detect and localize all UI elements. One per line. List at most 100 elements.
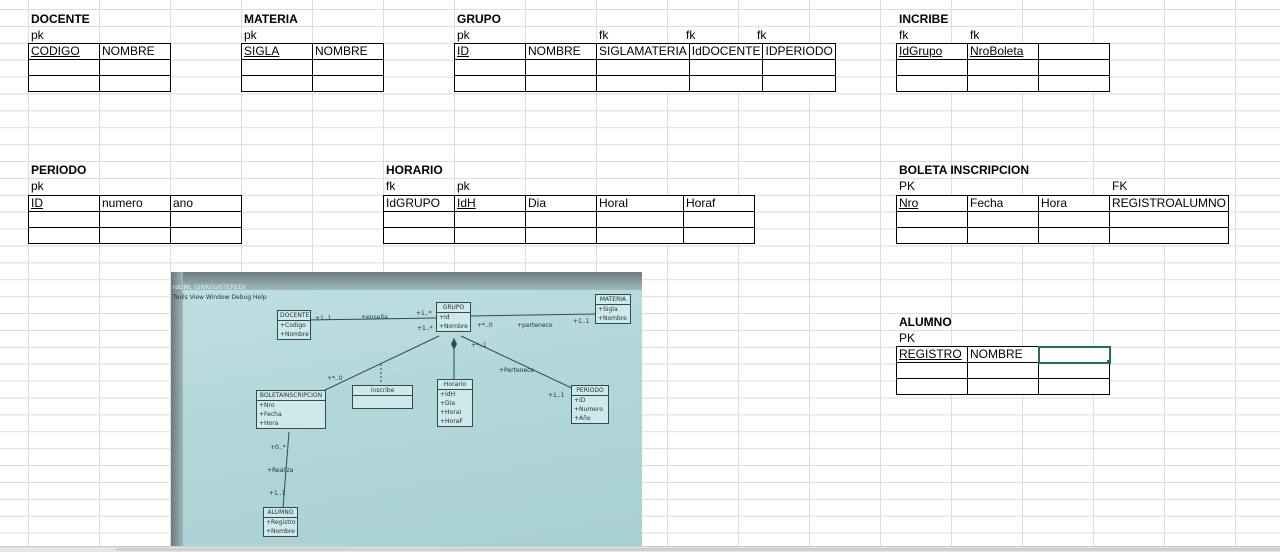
- cell-empty[interactable]: [1038, 227, 1110, 244]
- cell-empty[interactable]: [1038, 43, 1110, 60]
- cell-grupo-iddocente[interactable]: IdDOCENTE: [688, 43, 764, 60]
- assoc-label-pertenece2: +Pertenece: [499, 367, 535, 374]
- cell-empty[interactable]: [762, 75, 836, 92]
- mult-label: +1..1: [269, 490, 286, 497]
- table-title-materia: MATERIA: [244, 12, 298, 26]
- cell-incribe-idgrupo[interactable]: IdGrupo: [896, 43, 968, 60]
- alumno-table: REGISTRO NOMBRE: [896, 345, 1111, 395]
- cell-empty[interactable]: [967, 211, 1039, 228]
- cell-empty[interactable]: [383, 211, 455, 228]
- cell-empty[interactable]: [1038, 211, 1110, 228]
- cell-alumno-nombre[interactable]: NOMBRE: [967, 346, 1039, 363]
- cell-empty[interactable]: [99, 211, 171, 228]
- cell-periodo-ano[interactable]: ano: [170, 195, 242, 212]
- uml-class-periodo: PERIODO +ID +Numero +Año: [571, 385, 609, 424]
- cell-empty[interactable]: [312, 59, 384, 76]
- cell-empty[interactable]: [1108, 227, 1230, 244]
- cell-empty[interactable]: [1108, 211, 1230, 228]
- cell-empty[interactable]: [896, 59, 968, 76]
- cell-empty[interactable]: [596, 211, 684, 228]
- mult-label: +1..1: [315, 315, 332, 322]
- cell-empty[interactable]: [170, 227, 242, 244]
- cell-empty[interactable]: [525, 75, 597, 92]
- cell-empty[interactable]: [28, 75, 100, 92]
- cell-empty[interactable]: [1038, 362, 1110, 379]
- key-label-alumno-1: PK: [899, 331, 916, 345]
- cell-grupo-siglamateria[interactable]: SIGLAMATERIA: [596, 43, 690, 60]
- docente-table: CODIGO NOMBRE: [28, 43, 171, 92]
- cell-empty[interactable]: [596, 227, 684, 244]
- cell-empty[interactable]: [28, 211, 100, 228]
- cell-empty[interactable]: [1038, 378, 1110, 395]
- cell-empty[interactable]: [99, 75, 171, 92]
- cell-empty[interactable]: [99, 227, 171, 244]
- grupo-table: ID NOMBRE SIGLAMATERIA IdDOCENTE IDPERIO…: [454, 43, 836, 92]
- key-label-grupo-1: pk: [457, 28, 470, 42]
- cell-empty[interactable]: [762, 59, 836, 76]
- cell-empty[interactable]: [688, 59, 764, 76]
- cell-empty[interactable]: [454, 227, 526, 244]
- uml-diagram-photo[interactable]: roUML (UNREGISTERED) Tools View Window D…: [171, 272, 642, 551]
- cell-empty[interactable]: [454, 75, 526, 92]
- cell-empty[interactable]: [99, 59, 171, 76]
- cell-empty[interactable]: [683, 211, 755, 228]
- cell-empty[interactable]: [967, 378, 1039, 395]
- cell-grupo-idperiodo[interactable]: IDPERIODO: [762, 43, 836, 60]
- cell-horario-horai[interactable]: HoraI: [596, 195, 684, 212]
- uml-class-boleta: BOLETAINSCRIPCION +Nro +Fecha +Hora: [256, 390, 326, 429]
- cell-materia-nombre[interactable]: NOMBRE: [312, 43, 384, 60]
- uml-class-alumno: ALUMNO +Registro +Nombre: [263, 507, 298, 537]
- cell-empty[interactable]: [896, 378, 968, 395]
- cell-empty[interactable]: [896, 227, 968, 244]
- cell-empty[interactable]: [170, 211, 242, 228]
- cell-empty[interactable]: [525, 59, 597, 76]
- cell-boleta-registroalumno[interactable]: REGISTROALUMNO: [1108, 195, 1230, 212]
- cell-empty[interactable]: [525, 211, 597, 228]
- cell-empty[interactable]: [967, 227, 1039, 244]
- cell-empty[interactable]: [383, 227, 455, 244]
- cell-materia-sigla[interactable]: SIGLA: [241, 43, 313, 60]
- cell-grupo-nombre[interactable]: NOMBRE: [525, 43, 597, 60]
- cell-empty[interactable]: [454, 211, 526, 228]
- cell-empty[interactable]: [688, 75, 764, 92]
- cell-empty[interactable]: [525, 227, 597, 244]
- uml-class-grupo: GRUPO +Id +Nombre: [436, 302, 471, 332]
- cell-alumno-registro[interactable]: REGISTRO: [896, 346, 968, 363]
- cell-empty[interactable]: [1038, 59, 1110, 76]
- cell-docente-codigo[interactable]: CODIGO: [28, 43, 100, 60]
- cell-empty[interactable]: [683, 227, 755, 244]
- cell-empty[interactable]: [896, 75, 968, 92]
- cell-boleta-hora[interactable]: Hora: [1038, 195, 1110, 212]
- key-label-grupo-3: fk: [599, 28, 609, 42]
- cell-empty[interactable]: [241, 75, 313, 92]
- cell-empty[interactable]: [896, 362, 968, 379]
- cell-docente-nombre[interactable]: NOMBRE: [99, 43, 171, 60]
- horizontal-scrollbar[interactable]: [0, 546, 1280, 552]
- cell-periodo-id[interactable]: ID: [28, 195, 100, 212]
- cell-empty[interactable]: [967, 362, 1039, 379]
- cell-empty[interactable]: [967, 59, 1039, 76]
- cell-empty[interactable]: [454, 59, 526, 76]
- cell-empty[interactable]: [241, 59, 313, 76]
- cell-empty[interactable]: [28, 227, 100, 244]
- cell-horario-idgrupo[interactable]: IdGRUPO: [383, 195, 455, 212]
- cell-empty[interactable]: [896, 211, 968, 228]
- cell-boleta-nro[interactable]: Nro: [896, 195, 968, 212]
- cell-grupo-id[interactable]: ID: [454, 43, 526, 60]
- cell-periodo-numero[interactable]: numero: [99, 195, 171, 212]
- cell-empty[interactable]: [28, 59, 100, 76]
- cell-horario-idh[interactable]: IdH: [454, 195, 526, 212]
- cell-empty[interactable]: [596, 75, 690, 92]
- cell-empty[interactable]: [596, 59, 690, 76]
- selected-cell[interactable]: [1037, 345, 1111, 364]
- cell-incribe-nroboleta[interactable]: NroBoleta: [967, 43, 1039, 60]
- cell-horario-dia[interactable]: Dia: [525, 195, 597, 212]
- cell-empty[interactable]: [312, 75, 384, 92]
- cell-empty[interactable]: [967, 75, 1039, 92]
- cell-boleta-fecha[interactable]: Fecha: [967, 195, 1039, 212]
- materia-table: SIGLA NOMBRE: [241, 43, 384, 92]
- key-label-materia-1: pk: [244, 28, 257, 42]
- cell-empty[interactable]: [1038, 75, 1110, 92]
- cell-horario-horaf[interactable]: Horaf: [683, 195, 755, 212]
- key-label-horario-2: pk: [457, 179, 470, 193]
